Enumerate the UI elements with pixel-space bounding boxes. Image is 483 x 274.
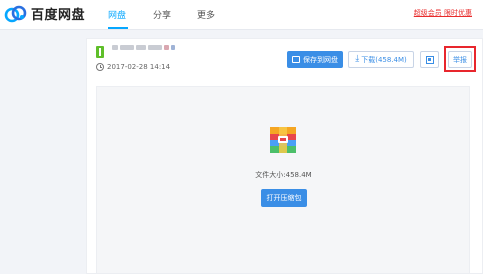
file-size-label: 文件大小:458.4M (255, 171, 312, 179)
qr-code-icon (425, 55, 434, 64)
download-label: 下载(458.4M) (361, 55, 407, 64)
open-archive-button[interactable]: 打开压缩包 (261, 189, 307, 207)
save-to-cloud-button[interactable]: 保存到网盘 (287, 51, 343, 68)
file-date: 2017-02-28 14:14 (107, 63, 171, 71)
qr-code-button[interactable] (420, 51, 439, 68)
logo-text: 百度网盘 (31, 8, 86, 23)
nav-active-indicator (108, 27, 128, 29)
nav-share[interactable]: 分享 (153, 8, 171, 21)
logo[interactable]: 百度网盘 (4, 4, 85, 23)
promo-link[interactable]: 超级会员 限时优惠 (414, 8, 472, 18)
zip-archive-icon (270, 127, 296, 153)
clock-icon (96, 63, 104, 71)
download-button[interactable]: ⤓ 下载(458.4M) (348, 51, 414, 68)
download-icon: ⤓ (355, 54, 360, 64)
report-button[interactable]: 举报 (448, 51, 472, 68)
file-icon (96, 46, 104, 58)
archive-preview-area (96, 86, 470, 274)
file-date-row: 2017-02-28 14:14 (96, 63, 170, 71)
top-bar: 百度网盘 网盘 分享 更多 超级会员 限时优惠 (0, 0, 483, 30)
nav-more[interactable]: 更多 (197, 8, 215, 21)
nav-netdisk[interactable]: 网盘 (108, 8, 126, 21)
save-to-cloud-label: 保存到网盘 (303, 55, 338, 64)
file-name-redacted (112, 45, 175, 50)
save-to-cloud-icon (292, 56, 300, 63)
report-label: 举报 (453, 55, 467, 64)
baidu-cloud-icon (4, 5, 27, 22)
